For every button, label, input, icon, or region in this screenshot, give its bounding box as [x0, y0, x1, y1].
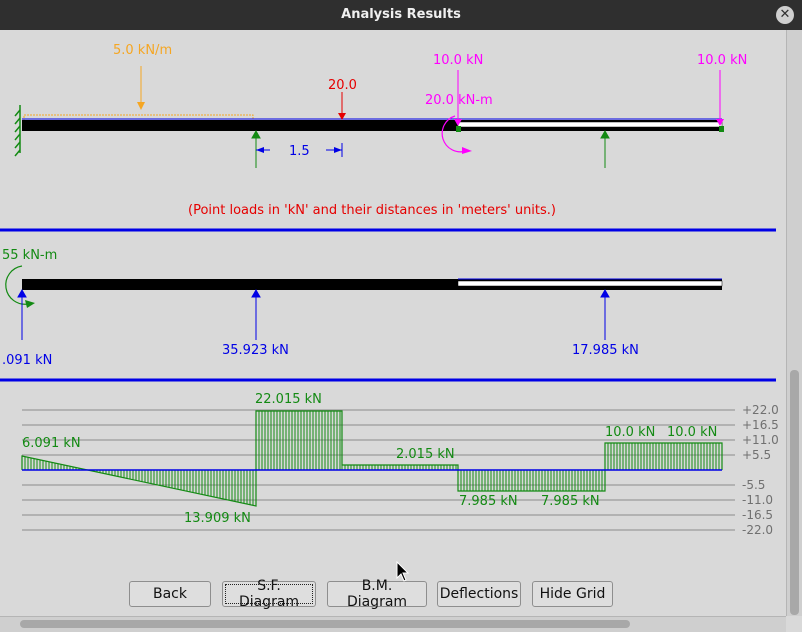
sfd-label: 7.985 kN: [459, 494, 518, 509]
sf-diagram-button[interactable]: S.F. Diagram: [222, 578, 316, 610]
grid-label: +5.5: [742, 448, 771, 462]
point-load-2-label: 10.0 kN: [433, 53, 483, 68]
sfd-label: 7.985 kN: [541, 494, 600, 509]
point-load-1-label: 20.0: [328, 78, 357, 93]
sfd-label: 10.0 kN: [667, 425, 717, 440]
sfd-value-labels: 6.091 kN 13.909 kN 22.015 kN 2.015 kN 7.…: [22, 392, 717, 526]
grid-label: +22.0: [742, 403, 779, 417]
sfd-label: 2.015 kN: [396, 447, 455, 462]
grid-label: -5.5: [742, 478, 765, 492]
reaction-1-label: .091 kN: [2, 353, 52, 368]
reaction-moment-label: 55 kN-m: [2, 248, 57, 263]
moment-label: 20.0 kN-m: [425, 93, 493, 108]
udl-load: 5.0 kN/m: [23, 43, 254, 124]
horizontal-scroll-thumb[interactable]: [20, 620, 630, 628]
sfd-label: 22.015 kN: [255, 392, 322, 407]
point-load-3-label: 10.0 kN: [697, 53, 747, 68]
content-area: 5.0 kN/m 20.0 10.0 kN 10.0 kN 20.0 kN-m: [0, 30, 802, 631]
grid-label: -16.5: [742, 508, 773, 522]
point-load-3: 10.0 kN: [697, 53, 747, 126]
reaction-diagram: 55 kN-m .091 kN 35.923 kN 17.985 kN: [2, 248, 723, 368]
sfd-label: 6.091 kN: [22, 436, 81, 451]
udl-label: 5.0 kN/m: [113, 43, 172, 58]
units-note: (Point loads in 'kN' and their distances…: [188, 203, 556, 218]
point-load-1: 20.0: [328, 78, 357, 120]
reaction-moment: 55 kN-m: [2, 248, 57, 308]
horizontal-scrollbar[interactable]: [0, 616, 786, 632]
sfd-label: 13.909 kN: [184, 511, 251, 526]
bm-diagram-button[interactable]: B.M. Diagram: [327, 578, 427, 610]
grid-label: -11.0: [742, 493, 773, 507]
analysis-canvas: 5.0 kN/m 20.0 10.0 kN 10.0 kN 20.0 kN-m: [0, 43, 779, 537]
back-button[interactable]: Back: [129, 581, 211, 607]
grid-label: -22.0: [742, 523, 773, 537]
reaction-3-label: 17.985 kN: [572, 343, 639, 358]
title-bar: Analysis Results ✕: [0, 0, 802, 30]
shear-force-diagram: +22.0 +16.5 +11.0 +5.5 -5.5 -11.0 -16.5 …: [21, 392, 779, 537]
close-icon[interactable]: ✕: [776, 6, 794, 24]
vertical-scroll-thumb[interactable]: [790, 370, 799, 615]
sfd-grid-labels: +22.0 +16.5 +11.0 +5.5 -5.5 -11.0 -16.5 …: [742, 403, 779, 537]
grid-label: +16.5: [742, 418, 779, 432]
hide-grid-button[interactable]: Hide Grid: [532, 581, 613, 607]
dimension-marker: 1.5: [256, 143, 343, 159]
window-title: Analysis Results: [341, 7, 461, 22]
grid-label: +11.0: [742, 433, 779, 447]
load-diagram: 5.0 kN/m 20.0 10.0 kN 10.0 kN 20.0 kN-m: [14, 43, 747, 218]
dimension-label: 1.5: [289, 144, 310, 159]
reaction-arrows: [17, 288, 610, 340]
point-load-2: 10.0 kN: [433, 53, 483, 126]
sfd-label: 10.0 kN: [605, 425, 655, 440]
mouse-cursor-icon: [396, 561, 410, 582]
reaction-2-label: 35.923 kN: [222, 343, 289, 358]
fixed-support: [14, 105, 21, 157]
deflections-button[interactable]: Deflections: [437, 581, 521, 607]
vertical-scrollbar[interactable]: [786, 30, 802, 616]
